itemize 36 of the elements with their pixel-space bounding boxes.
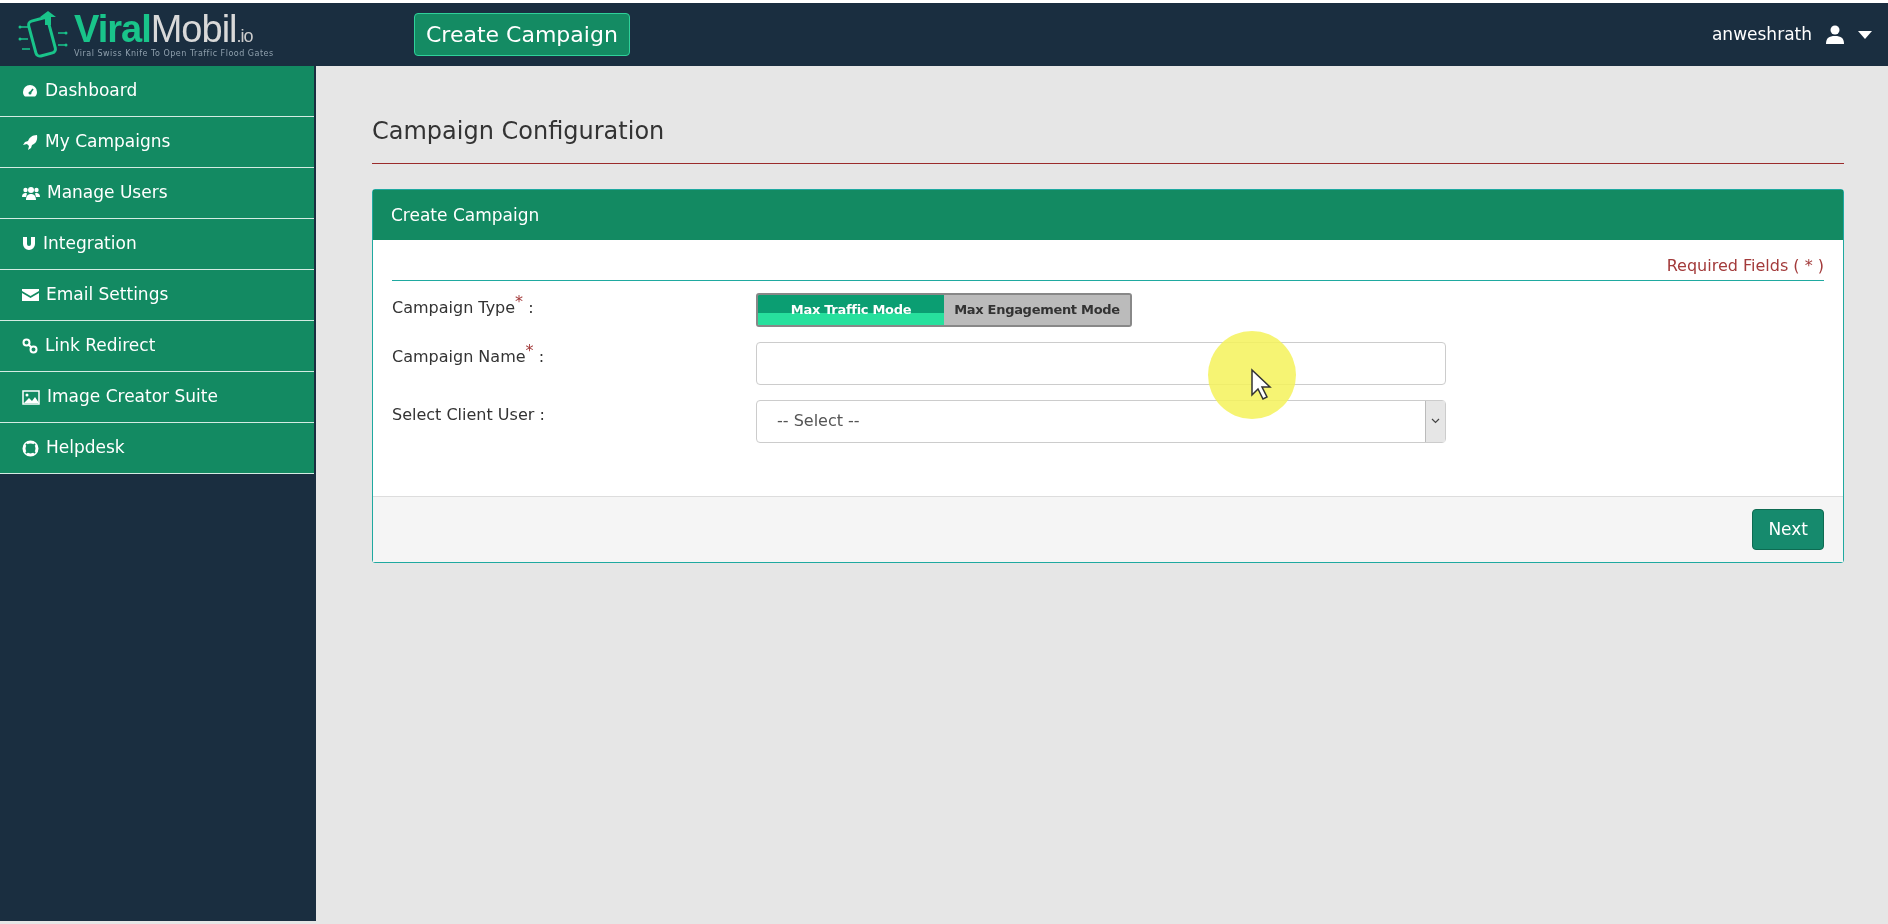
phone-logo-icon: [18, 8, 68, 61]
select-field[interactable]: -- Select --: [756, 399, 1446, 443]
gauge-icon: [22, 83, 38, 99]
mode-option[interactable]: Max Traffic Mode: [758, 295, 944, 325]
sidebar-item[interactable]: Dashboard: [0, 66, 314, 117]
create-campaign-button[interactable]: Create Campaign: [414, 13, 630, 56]
page-title: Campaign Configuration: [372, 113, 1844, 164]
sidebar-item[interactable]: Helpdesk: [0, 423, 314, 474]
lifebuoy-icon: [22, 439, 39, 457]
magnet-icon: [22, 236, 36, 252]
sidebar-item[interactable]: Image Creator Suite: [0, 372, 314, 423]
field-label: Campaign Type: [392, 298, 516, 317]
logo-wordmark: ViralMobil.io: [74, 9, 253, 48]
field-label: Campaign Name: [392, 346, 526, 366]
cursor-highlight-icon: [1207, 330, 1297, 420]
field-label: Select Client User: [392, 404, 535, 424]
rocket-icon: [22, 134, 38, 150]
label-colon: :: [538, 346, 545, 366]
sidebar-item[interactable]: Manage Users: [0, 168, 314, 219]
image-icon: [22, 389, 40, 405]
card-header: Create Campaign: [373, 190, 1843, 240]
label-colon: :: [528, 298, 534, 317]
username[interactable]: anweshrath: [1711, 21, 1812, 48]
link-icon: [22, 338, 38, 354]
envelope-icon: [22, 288, 39, 302]
sidebar-item[interactable]: Email Settings: [0, 270, 314, 321]
logo-tagline: Viral Swiss Knife To Open Traffic Flood Gates: [74, 47, 274, 60]
users-icon: [22, 185, 40, 201]
next-button[interactable]: Next: [1752, 508, 1824, 550]
sidebar-item[interactable]: Link Redirect: [0, 321, 314, 372]
required-asterisk: *: [525, 340, 534, 360]
sidebar-item[interactable]: My Campaigns: [0, 117, 314, 168]
required-fields-note: Required Fields ( * ): [392, 254, 1824, 281]
sidebar-item[interactable]: Integration: [0, 219, 314, 270]
label-colon: :: [539, 404, 545, 424]
required-asterisk: *: [515, 292, 524, 311]
